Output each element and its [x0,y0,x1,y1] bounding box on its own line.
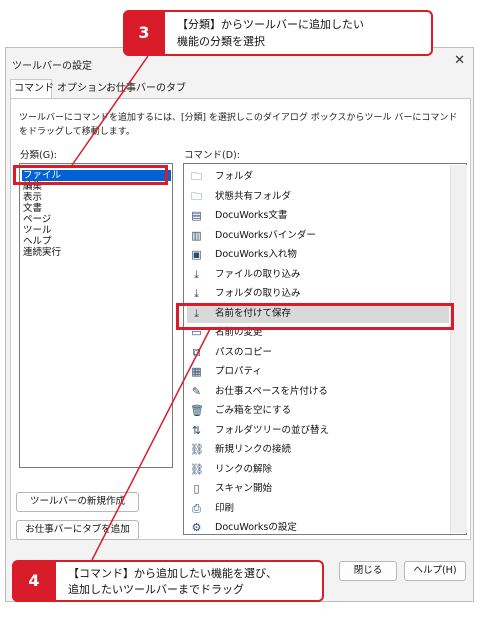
callout-4-line-2: 追加したいツールバーまでドラッグ [68,583,244,596]
callout-4-line-1: 【コマンド】から追加したい機能を選び、 [68,567,277,580]
callout-4-number: 4 [12,560,56,602]
callout-connectors [69,55,211,561]
callout-3-line-1: 【分類】からツールバーに追加したい [177,18,364,31]
connector-3 [69,55,149,169]
callout-3-line-2: 機能の分類を選択 [177,35,265,48]
connector-4 [91,328,211,561]
callout-3-number: 3 [123,10,165,56]
callout-4: 4 【コマンド】から追加したい機能を選び、 追加したいツールバーまでドラッグ [12,560,324,602]
callout-3: 3 【分類】からツールバーに追加したい 機能の分類を選択 [123,10,433,56]
